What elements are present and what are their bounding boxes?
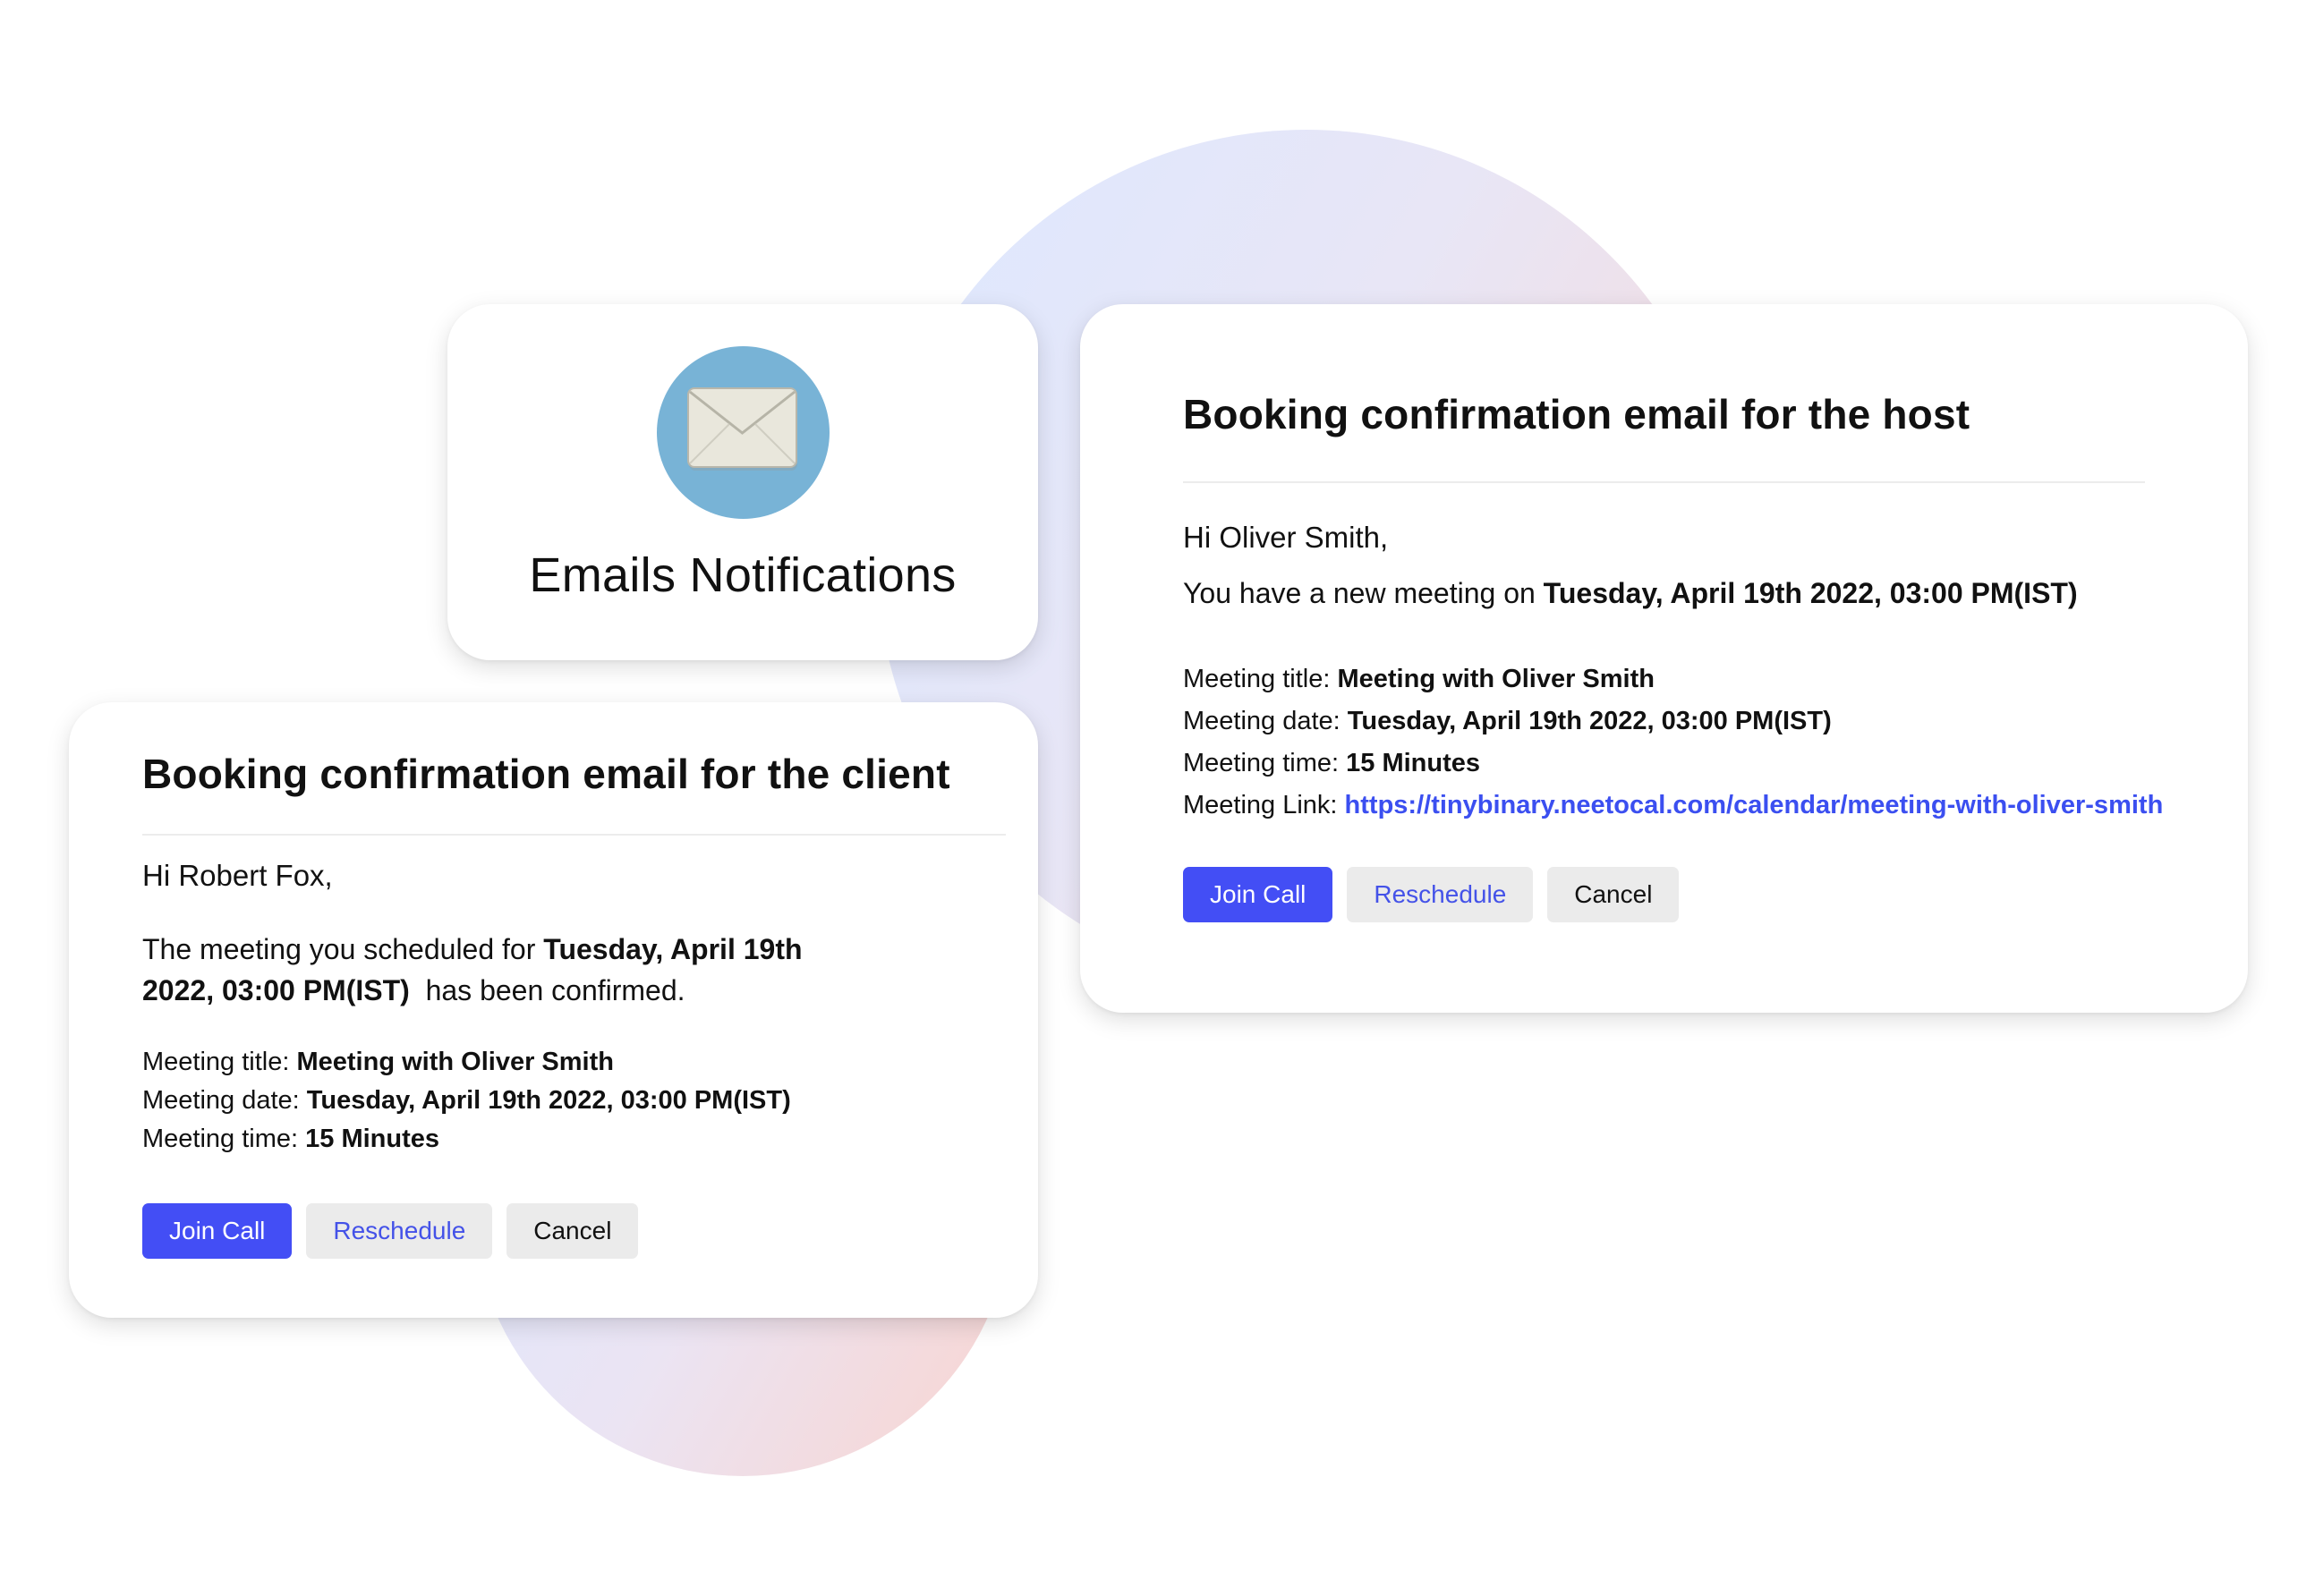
divider (1183, 481, 2145, 483)
host-meeting-details: Meeting title: Meeting with Oliver Smith… (1183, 658, 2248, 827)
envelope-icon (656, 346, 830, 519)
stage: Emails Notifications Booking confirmatio… (0, 0, 2298, 1596)
host-greeting: Hi Oliver Smith, (1183, 521, 1389, 554)
host-action-buttons: Join Call Reschedule Cancel (1183, 867, 2248, 922)
meeting-time-row: Meeting time: 15 Minutes (1183, 743, 2248, 785)
meeting-date-value: Tuesday, April 19th 2022, 03:00 PM(IST) (306, 1086, 791, 1115)
meeting-date-value: Tuesday, April 19th 2022, 03:00 PM(IST) (1347, 707, 1832, 735)
client-intro-prefix: The meeting you scheduled for (142, 933, 544, 965)
join-call-button[interactable]: Join Call (1183, 867, 1333, 922)
host-email-title: Booking confirmation email for the host (1183, 391, 1970, 437)
meeting-title-label: Meeting title: (142, 1048, 297, 1076)
client-action-buttons: Join Call Reschedule Cancel (142, 1203, 1038, 1259)
meeting-time-value: 15 Minutes (1346, 749, 1481, 777)
client-greeting: Hi Robert Fox, (142, 859, 333, 892)
client-email-card: Booking confirmation email for the clien… (69, 702, 1038, 1318)
cancel-button[interactable]: Cancel (506, 1203, 639, 1259)
divider (142, 834, 1006, 836)
meeting-title-row: Meeting title: Meeting with Oliver Smith (1183, 658, 2248, 700)
reschedule-button[interactable]: Reschedule (306, 1203, 493, 1259)
meeting-date-label: Meeting date: (1183, 707, 1348, 735)
meeting-time-row: Meeting time: 15 Minutes (142, 1120, 1038, 1159)
host-email-card: Booking confirmation email for the host … (1080, 304, 2248, 1013)
meeting-title-row: Meeting title: Meeting with Oliver Smith (142, 1043, 1038, 1082)
envelope-graphic (686, 387, 797, 471)
join-call-button[interactable]: Join Call (142, 1203, 293, 1259)
meeting-title-value: Meeting with Oliver Smith (1337, 665, 1655, 693)
meeting-link[interactable]: https://tinybinary.neetocal.com/calendar… (1345, 791, 2164, 819)
client-meeting-details: Meeting title: Meeting with Oliver Smith… (142, 1043, 1038, 1159)
host-intro-datetime: Tuesday, April 19th 2022, 03:00 PM(IST) (1543, 577, 2078, 609)
reschedule-button[interactable]: Reschedule (1347, 867, 1534, 922)
meeting-link-label: Meeting Link: (1183, 791, 1345, 819)
meeting-title-value: Meeting with Oliver Smith (296, 1048, 614, 1076)
host-intro-prefix: You have a new meeting on (1183, 577, 1544, 609)
notifications-title: Emails Notifications (529, 548, 957, 602)
meeting-date-row: Meeting date: Tuesday, April 19th 2022, … (142, 1082, 1038, 1120)
client-intro: The meeting you scheduled for Tuesday, A… (142, 929, 876, 1011)
meeting-time-value: 15 Minutes (305, 1125, 440, 1153)
meeting-time-label: Meeting time: (142, 1125, 306, 1153)
meeting-time-label: Meeting time: (1183, 749, 1347, 777)
meeting-title-label: Meeting title: (1183, 665, 1338, 693)
notifications-card: Emails Notifications (447, 304, 1038, 660)
cancel-button[interactable]: Cancel (1547, 867, 1680, 922)
host-intro: You have a new meeting on Tuesday, April… (1183, 573, 2248, 614)
client-intro-suffix: has been confirmed. (409, 974, 685, 1006)
meeting-link-row: Meeting Link: https://tinybinary.neetoca… (1183, 785, 2248, 827)
meeting-date-label: Meeting date: (142, 1086, 307, 1115)
client-email-title: Booking confirmation email for the clien… (142, 751, 950, 797)
meeting-date-row: Meeting date: Tuesday, April 19th 2022, … (1183, 700, 2248, 743)
